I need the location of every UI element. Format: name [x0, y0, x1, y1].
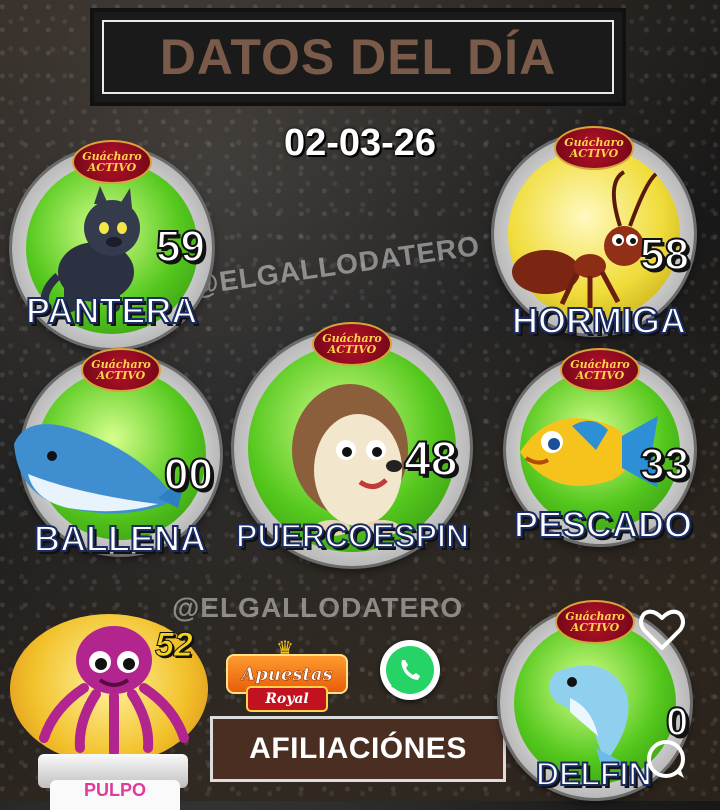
delfin-label: DELFIN: [535, 755, 653, 793]
royal-bottom-text: Royal: [246, 686, 328, 712]
pescado-label: PESCADO: [513, 503, 693, 546]
badge-line-2: ACTIVO: [570, 621, 620, 634]
guacharo-badge: Guácharo ACTIVO: [312, 322, 392, 366]
hormiga-number: 58: [639, 229, 690, 280]
apuestas-royal-logo: ♛ Apuestas Royal: [226, 636, 348, 712]
badge-line-2: ACTIVO: [569, 147, 619, 160]
affiliations-button[interactable]: AFILIACIÓNES: [210, 716, 506, 782]
title-inner-frame: DATOS DEL DÍA: [102, 20, 614, 94]
hedgehog-image: [284, 370, 424, 540]
pulpo-number: 52: [155, 626, 194, 665]
date-label: 02-03-26: [283, 122, 437, 164]
affiliations-label: AFILIACIÓNES: [249, 732, 467, 765]
pantera-label: PANTERA: [25, 289, 198, 332]
dolphin-image: [536, 652, 646, 772]
guacharo-badge: Guácharo ACTIVO: [555, 600, 635, 644]
puercoespin-number: 48: [403, 432, 458, 487]
title-frame: DATOS DEL DÍA: [90, 8, 626, 106]
guacharo-badge: Guácharo ACTIVO: [72, 140, 152, 184]
guacharo-badge: Guácharo ACTIVO: [560, 348, 640, 392]
page-title: DATOS DEL DÍA: [159, 29, 557, 85]
pulpo-card: PULPO 52: [10, 608, 208, 810]
pescado-number: 33: [639, 439, 690, 490]
whale-image: [8, 404, 188, 524]
puercoespin-label: PUERCOESPIN: [235, 517, 470, 555]
badge-line-2: ACTIVO: [87, 161, 137, 174]
hormiga-label: HORMIGA: [511, 299, 687, 342]
crown-icon: ♛: [276, 636, 294, 660]
ballena-number: 00: [163, 449, 214, 500]
watermark-bottom: @ELGALLODATERO: [172, 592, 464, 623]
badge-line-2: ACTIVO: [575, 369, 625, 382]
whatsapp-icon[interactable]: [380, 640, 440, 700]
comment-icon[interactable]: [644, 738, 688, 782]
pantera-number: 59: [155, 221, 206, 272]
ballena-label: BALLENA: [33, 517, 207, 560]
badge-line-2: ACTIVO: [327, 343, 377, 356]
pulpo-label: PULPO: [50, 780, 180, 810]
badge-line-2: ACTIVO: [96, 369, 146, 382]
heart-icon[interactable]: [636, 604, 688, 656]
guacharo-badge: Guácharo ACTIVO: [81, 348, 161, 392]
